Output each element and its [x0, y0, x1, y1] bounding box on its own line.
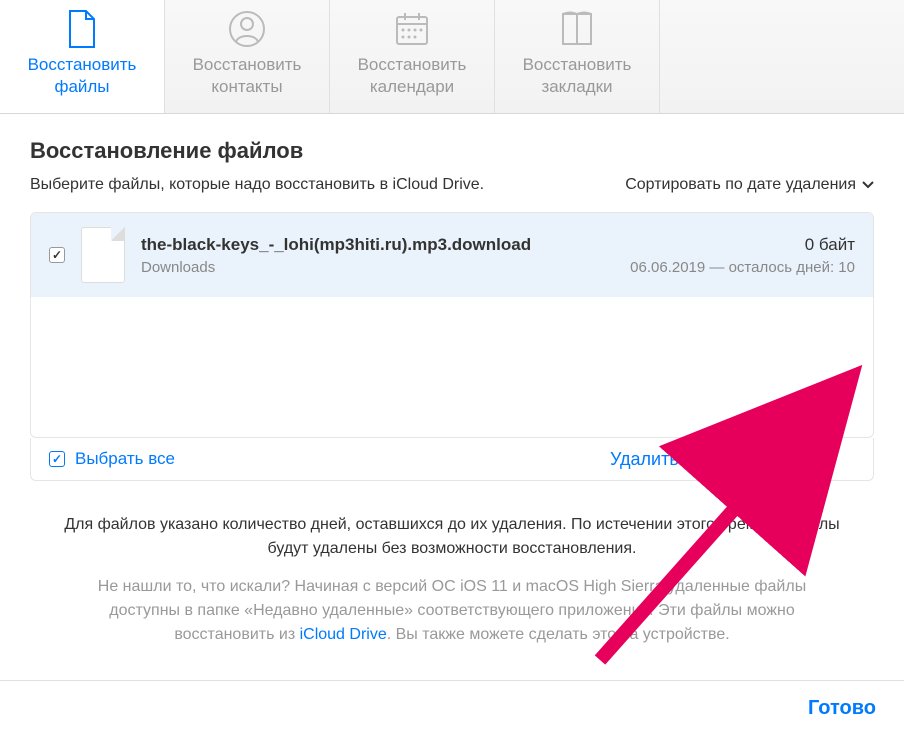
- file-location: Downloads: [141, 259, 614, 276]
- file-type-icon: [81, 227, 125, 283]
- tab-restore-contacts[interactable]: Восстановить контакты: [165, 0, 330, 113]
- sort-dropdown[interactable]: Сортировать по дате удаления: [625, 176, 874, 194]
- tab-bar: Восстановить файлы Восстановить контакты: [0, 0, 904, 114]
- select-all-button[interactable]: Выбрать все: [49, 449, 175, 469]
- done-button[interactable]: Готово: [808, 697, 876, 720]
- tab-label: Восстановить контакты: [193, 54, 302, 98]
- section-title: Восстановление файлов: [30, 138, 874, 164]
- contact-icon: [228, 8, 266, 50]
- action-bar: Выбрать все Удалить Восстановить: [30, 438, 874, 481]
- instruction-text: Выберите файлы, которые надо восстановит…: [30, 176, 484, 194]
- calendar-icon: [393, 8, 431, 50]
- file-size: 0 байт: [805, 235, 855, 255]
- icloud-drive-link[interactable]: iCloud Drive: [300, 626, 387, 643]
- file-list: the-black-keys_-_lohi(mp3hiti.ru).mp3.do…: [30, 212, 874, 438]
- footer-line-1: Для файлов указано количество дней, оста…: [62, 513, 842, 561]
- tab-restore-bookmarks[interactable]: Восстановить закладки: [495, 0, 660, 113]
- bottom-bar: Готово: [0, 680, 904, 736]
- file-name: the-black-keys_-_lohi(mp3hiti.ru).mp3.do…: [141, 235, 614, 255]
- file-icon: [66, 8, 98, 50]
- select-all-checkbox[interactable]: [49, 451, 65, 467]
- sort-label: Сортировать по дате удаления: [625, 176, 856, 194]
- chevron-down-icon: [862, 181, 874, 189]
- footer-line-2: Не нашли то, что искали? Начиная с верси…: [62, 575, 842, 647]
- tab-restore-files[interactable]: Восстановить файлы: [0, 0, 165, 113]
- tab-label: Восстановить файлы: [28, 54, 137, 98]
- tab-label: Восстановить календари: [358, 54, 467, 98]
- tab-label: Восстановить закладки: [523, 54, 632, 98]
- file-row[interactable]: the-black-keys_-_lohi(mp3hiti.ru).mp3.do…: [31, 213, 873, 297]
- delete-button[interactable]: Удалить: [590, 449, 699, 470]
- file-list-empty-area: [31, 297, 873, 437]
- file-date-remaining: 06.06.2019 — осталось дней: 10: [630, 259, 855, 276]
- select-all-label: Выбрать все: [75, 449, 175, 469]
- footer-info: Для файлов указано количество дней, оста…: [62, 513, 842, 647]
- file-checkbox[interactable]: [49, 247, 65, 263]
- tab-restore-calendars[interactable]: Восстановить календари: [330, 0, 495, 113]
- bookmark-icon: [557, 8, 597, 50]
- restore-button[interactable]: Восстановить: [700, 449, 855, 470]
- content-area: Восстановление файлов Выберите файлы, ко…: [0, 114, 904, 647]
